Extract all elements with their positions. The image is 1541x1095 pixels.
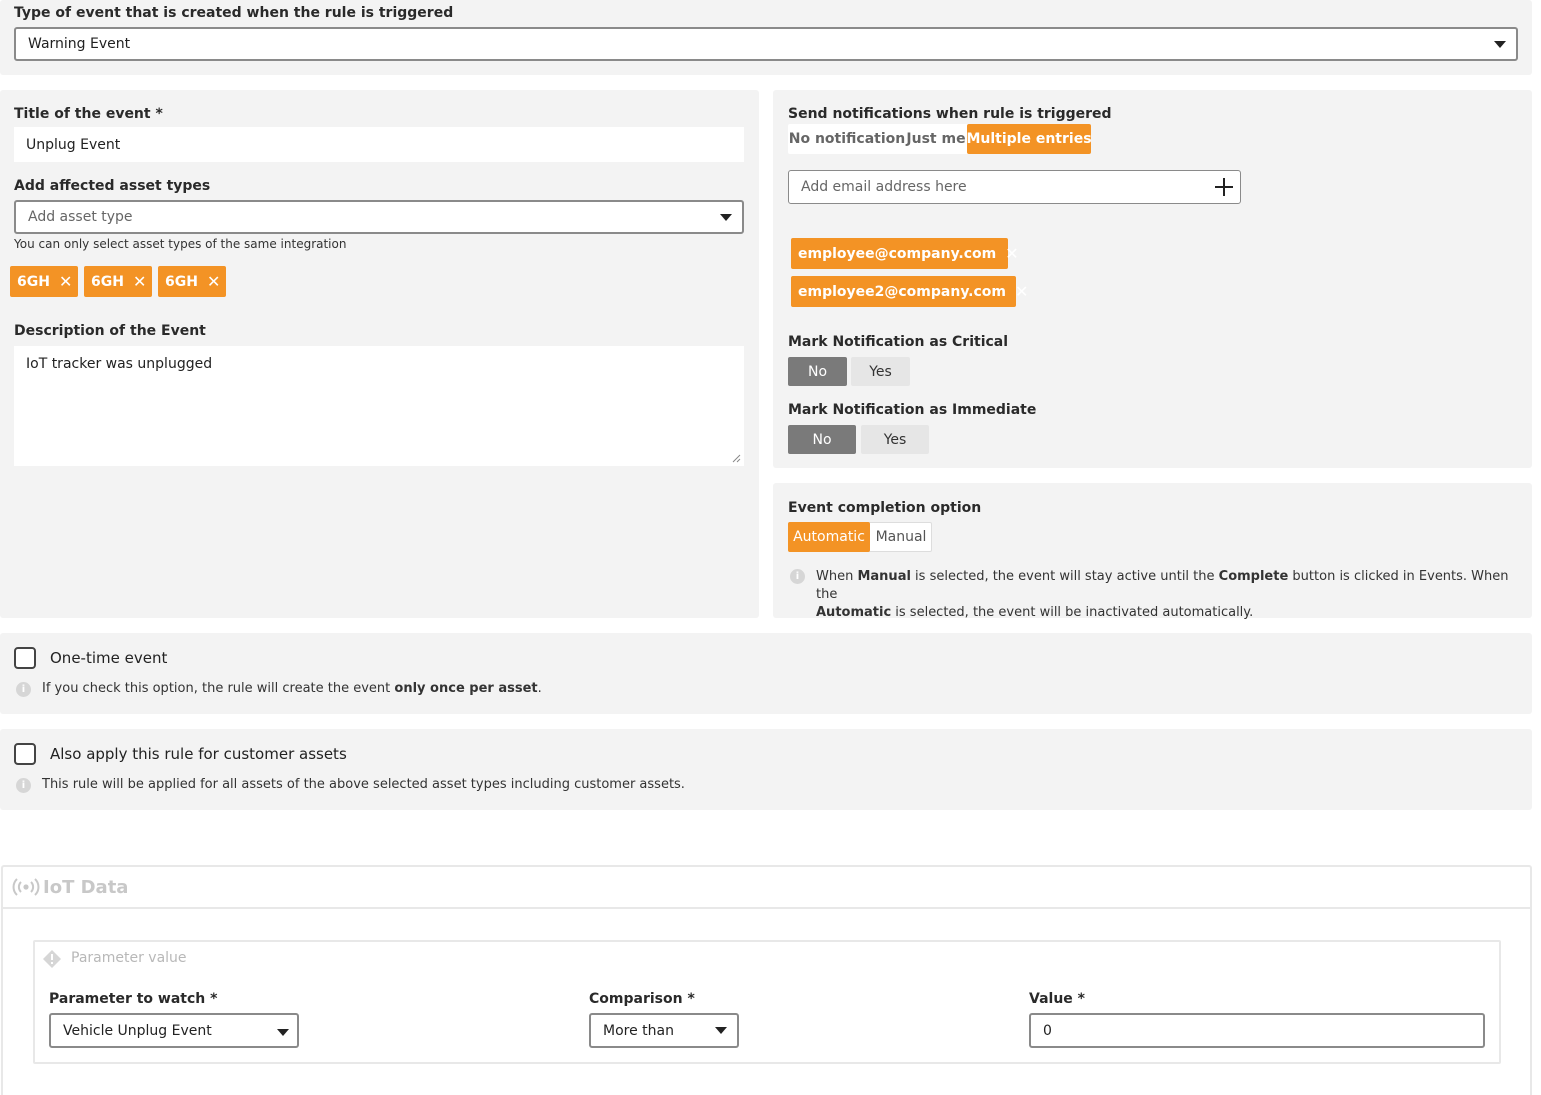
asset-tag[interactable]: 6GH ✕ xyxy=(10,266,78,297)
notifications-label: Send notifications when rule is triggere… xyxy=(788,106,1112,122)
info-icon: i xyxy=(16,778,31,793)
hint-text: If you check this option, the rule will … xyxy=(42,681,395,696)
info-text-bold: Automatic xyxy=(816,605,892,620)
one-time-checkbox[interactable] xyxy=(14,647,36,669)
remove-icon[interactable]: ✕ xyxy=(1015,282,1028,301)
one-time-label: One-time event xyxy=(50,649,168,667)
title-input[interactable]: Unplug Event xyxy=(14,127,744,162)
asset-types-hint: You can only select asset types of the s… xyxy=(14,237,347,251)
iot-data-section: IoT Data Parameter value Parameter to wa… xyxy=(1,865,1532,1095)
email-input[interactable]: Add email address here xyxy=(788,170,1241,204)
completion-panel: Event completion option Automatic Manual… xyxy=(773,483,1532,620)
parameter-select[interactable]: Vehicle Unplug Event xyxy=(49,1013,299,1048)
info-text: is selected, the event will stay active … xyxy=(910,569,1219,584)
comparison-select[interactable]: More than xyxy=(589,1013,739,1048)
title-label: Title of the event * xyxy=(14,106,163,122)
event-type-label: Type of event that is created when the r… xyxy=(14,5,454,21)
immediate-no-button[interactable]: No xyxy=(788,425,856,454)
chevron-down-icon xyxy=(720,214,732,221)
chevron-down-icon xyxy=(277,1029,289,1036)
event-details-panel: Title of the event * Unplug Event Add af… xyxy=(0,90,759,618)
asset-tag-label: 6GH xyxy=(165,273,198,290)
remove-icon[interactable]: ✕ xyxy=(1005,244,1018,263)
asset-tag-label: 6GH xyxy=(17,273,50,290)
notifications-panel: Send notifications when rule is triggere… xyxy=(773,90,1532,468)
asset-tag[interactable]: 6GH ✕ xyxy=(84,266,152,297)
remove-icon[interactable]: ✕ xyxy=(133,272,146,291)
option-just-me[interactable]: Just me xyxy=(906,124,966,154)
email-tag[interactable]: employee@company.com ✕ xyxy=(791,238,1019,269)
customer-assets-label: Also apply this rule for customer assets xyxy=(50,745,347,763)
comparison-label: Comparison * xyxy=(589,991,695,1007)
one-time-hint: If you check this option, the rule will … xyxy=(42,681,542,696)
critical-yes-button[interactable]: Yes xyxy=(851,357,910,386)
description-value: IoT tracker was unplugged xyxy=(26,356,213,372)
parameter-value-card: Parameter value Parameter to watch * Veh… xyxy=(33,940,1501,1064)
one-time-panel: One-time event i If you check this optio… xyxy=(0,633,1532,714)
completion-label: Event completion option xyxy=(788,500,982,516)
value-label: Value * xyxy=(1029,991,1085,1007)
value-input[interactable]: 0 xyxy=(1029,1013,1485,1048)
option-no-notification[interactable]: No notification xyxy=(788,124,906,154)
customer-assets-panel: Also apply this rule for customer assets… xyxy=(0,729,1532,810)
email-tag-label: employee@company.com xyxy=(798,245,997,262)
chevron-down-icon xyxy=(715,1027,727,1034)
info-text: is selected, the event will be inactivat… xyxy=(891,605,1254,620)
completion-toggle: Automatic Manual xyxy=(788,522,932,552)
option-automatic[interactable]: Automatic xyxy=(788,522,870,552)
email-placeholder: Add email address here xyxy=(801,179,967,195)
hint-text: . xyxy=(537,681,542,696)
remove-icon[interactable]: ✕ xyxy=(59,272,72,291)
notification-mode-toggle: No notification Just me Multiple entries xyxy=(788,124,1092,154)
option-manual[interactable]: Manual xyxy=(870,522,932,552)
info-text-bold: Manual xyxy=(857,569,911,584)
critical-no-button[interactable]: No xyxy=(788,357,847,386)
critical-label: Mark Notification as Critical xyxy=(788,334,1009,350)
info-text-bold: Complete xyxy=(1218,569,1289,584)
info-icon: i xyxy=(790,569,805,584)
event-type-value: Warning Event xyxy=(28,36,131,52)
customer-assets-hint: This rule will be applied for all assets… xyxy=(42,777,685,792)
iot-header: IoT Data xyxy=(3,867,1530,909)
asset-type-select[interactable]: Add asset type xyxy=(14,200,744,234)
add-icon[interactable] xyxy=(1214,177,1234,197)
asset-tag[interactable]: 6GH ✕ xyxy=(158,266,226,297)
asset-type-placeholder: Add asset type xyxy=(28,209,133,225)
parameter-value: Vehicle Unplug Event xyxy=(63,1022,212,1039)
asset-types-label: Add affected asset types xyxy=(14,178,211,194)
chevron-down-icon xyxy=(1494,41,1506,48)
diamond-info-icon xyxy=(43,950,61,968)
resize-handle-icon[interactable] xyxy=(732,454,741,463)
info-icon: i xyxy=(16,682,31,697)
parameter-label: Parameter to watch * xyxy=(49,991,218,1007)
iot-title: IoT Data xyxy=(43,877,129,898)
email-tag[interactable]: employee2@company.com ✕ xyxy=(791,276,1028,307)
customer-assets-checkbox[interactable] xyxy=(14,743,36,765)
comparison-value: More than xyxy=(603,1022,674,1039)
hint-text-bold: only once per asset xyxy=(394,681,538,696)
immediate-label: Mark Notification as Immediate xyxy=(788,402,1037,418)
event-type-panel: Type of event that is created when the r… xyxy=(0,0,1532,75)
parameter-value-title: Parameter value xyxy=(71,950,187,966)
asset-tag-label: 6GH xyxy=(91,273,124,290)
immediate-yes-button[interactable]: Yes xyxy=(861,425,929,454)
description-textarea[interactable]: IoT tracker was unplugged xyxy=(14,346,744,466)
email-tag-label: employee2@company.com xyxy=(798,283,1006,300)
event-type-select[interactable]: Warning Event xyxy=(14,27,1518,61)
completion-info: When Manual is selected, the event will … xyxy=(816,568,1516,622)
option-multiple-entries[interactable]: Multiple entries xyxy=(966,124,1092,154)
info-text: When xyxy=(816,569,858,584)
description-label: Description of the Event xyxy=(14,323,206,339)
broadcast-icon xyxy=(12,878,40,896)
remove-icon[interactable]: ✕ xyxy=(207,272,220,291)
